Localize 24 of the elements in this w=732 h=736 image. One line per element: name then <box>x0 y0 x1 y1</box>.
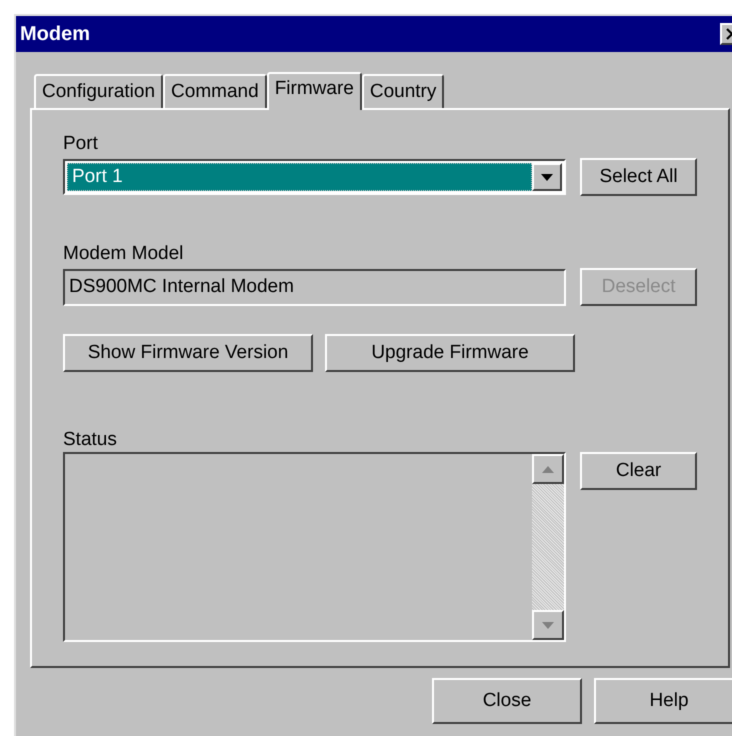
up-arrow-icon <box>542 466 554 472</box>
clear-button[interactable]: Clear <box>580 452 697 490</box>
modem-model-label: Modem Model <box>63 242 184 266</box>
scroll-down-button[interactable] <box>532 610 564 640</box>
port-dropdown[interactable]: Port 1 <box>63 159 566 195</box>
tab[interactable]: Firmware <box>266 72 362 110</box>
select-all-button[interactable]: Select All <box>580 158 697 196</box>
down-arrow-icon <box>542 622 554 628</box>
scroll-up-button[interactable] <box>532 454 564 484</box>
footer-button[interactable]: Help <box>594 678 732 724</box>
dropdown-value: Port 1 <box>67 163 532 191</box>
firmware-button[interactable]: Show Firmware Version <box>63 334 313 372</box>
footer-button[interactable]: Close <box>432 678 582 724</box>
tab[interactable]: Command <box>163 74 267 108</box>
tab[interactable]: Country <box>362 74 444 108</box>
status-label: Status <box>63 428 118 452</box>
firmware-button[interactable]: Upgrade Firmware <box>325 334 575 372</box>
scrollbar[interactable] <box>532 454 564 640</box>
modem-model-field: DS900MC Internal Modem <box>63 268 566 306</box>
caret-icon <box>541 174 554 180</box>
tab[interactable]: Configuration <box>34 74 164 108</box>
window-title: Modem <box>20 22 90 47</box>
dropdown-arrow-button[interactable] <box>532 163 562 191</box>
port-label: Port <box>63 132 99 156</box>
